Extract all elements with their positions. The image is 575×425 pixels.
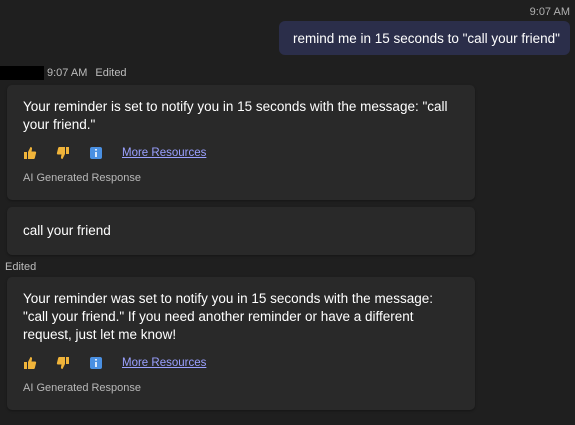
bot-message-text: Your reminder is set to notify you in 15… [23,99,448,132]
bot-message-bubble: call your friend [7,207,475,255]
more-resources-link[interactable]: More Resources [122,357,206,369]
bot-sender-row: 9:07 AM Edited [0,66,127,80]
user-message-timestamp: 9:07 AM [529,6,570,18]
redacted-sender-name [0,66,44,80]
bot-message-timestamp: 9:07 AM [47,67,88,79]
more-resources-link[interactable]: More Resources [122,147,206,159]
bot-message-text: Your reminder was set to notify you in 1… [23,291,433,342]
thumbs-down-icon[interactable] [56,146,70,160]
info-icon[interactable] [89,356,103,370]
user-message-bubble: remind me in 15 seconds to "call your fr… [279,21,570,55]
bot-message-edited-label: Edited [95,67,127,79]
info-icon[interactable] [89,146,103,160]
ai-disclaimer: AI Generated Response [23,172,142,184]
thumbs-down-icon[interactable] [56,356,70,370]
bot-message-bubble: Your reminder is set to notify you in 15… [7,85,475,200]
feedback-actions: More Resources [23,144,459,162]
bot-message-text: call your friend [23,223,111,238]
ai-disclaimer: AI Generated Response [23,382,142,394]
thumbs-up-icon[interactable] [23,356,37,370]
user-message-text: remind me in 15 seconds to "call your fr… [293,30,560,46]
edited-label: Edited [5,261,37,273]
thumbs-up-icon[interactable] [23,146,37,160]
feedback-actions: More Resources [23,354,459,372]
bot-message-bubble: Your reminder was set to notify you in 1… [7,277,475,410]
